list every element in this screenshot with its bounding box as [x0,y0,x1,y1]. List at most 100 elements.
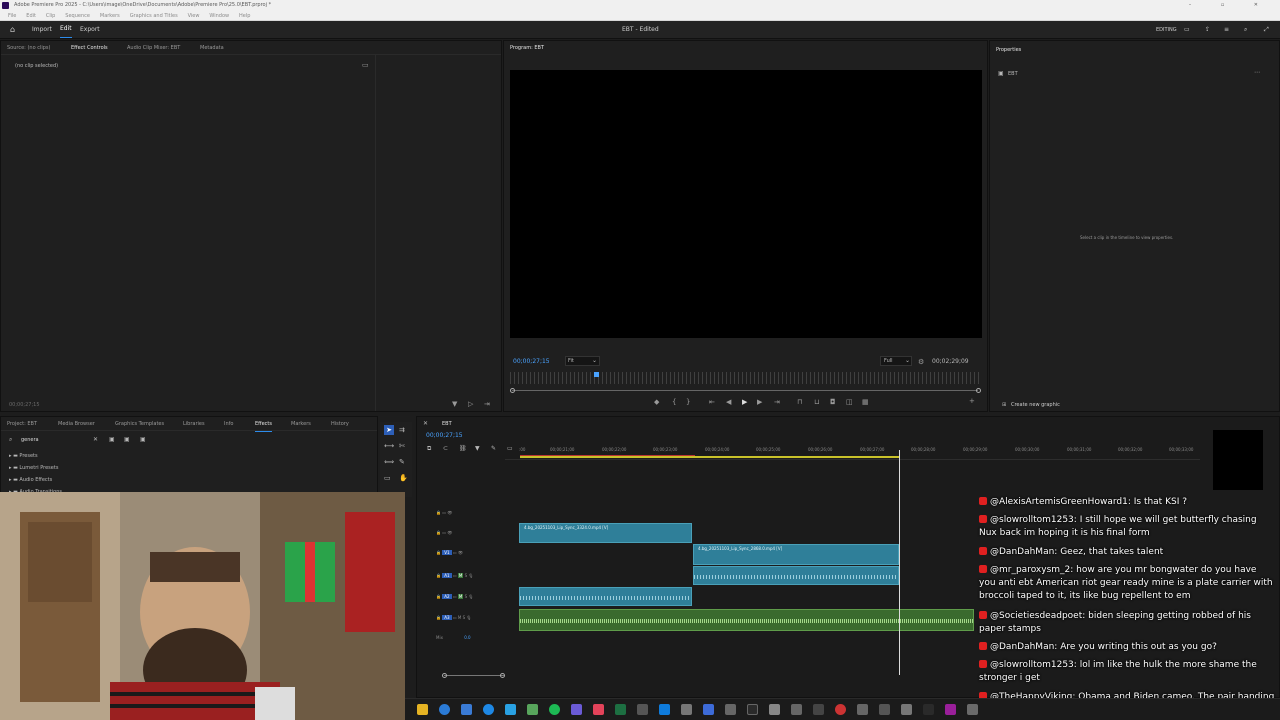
search-icon[interactable]: ⌕ [1244,21,1247,39]
fullscreen-icon[interactable]: ⤢ [1264,21,1269,39]
tab-program[interactable]: Program: EBT [510,41,544,55]
settings-wrench-icon[interactable]: ⚙ [918,358,924,366]
go-to-out-icon[interactable]: ⇥ [774,398,780,406]
tab-history[interactable]: History [331,417,349,431]
tab-markers[interactable]: Markers [291,417,311,431]
more-options-icon[interactable]: ⋯ [1254,69,1260,76]
premiere-taskbar-icon[interactable] [945,704,956,715]
audio-clip-a2[interactable] [519,587,692,606]
tab-libraries[interactable]: Libraries [183,417,205,431]
comparison-view-icon[interactable]: ◫ [846,398,853,406]
track-v2-controls[interactable]: 🔒 ▭ 👁 [436,530,452,535]
menu-edit[interactable]: Edit [26,11,36,21]
snap-icon[interactable]: ⊂ [443,445,448,452]
tab-project[interactable]: Project: EBT [7,417,37,431]
tree-item-lumetri-presets[interactable]: ▸ ▬ Lumetri Presets [9,465,62,477]
tab-info[interactable]: Info [224,417,233,431]
app-icon[interactable] [637,704,648,715]
app-icon[interactable] [967,704,978,715]
add-button-icon[interactable]: + [969,397,975,405]
program-video-frame[interactable] [510,70,982,338]
menu-clip[interactable]: Clip [46,11,55,21]
app-icon[interactable] [769,704,780,715]
timeline-settings-icon[interactable]: ✎ [491,445,496,452]
spotify-icon[interactable] [549,704,560,715]
lift-icon[interactable]: ⊓ [797,398,802,406]
go-to-in-icon[interactable]: ⇤ [709,398,715,406]
app-icon[interactable] [703,704,714,715]
app-icon[interactable] [725,704,736,715]
tab-sequence[interactable]: EBT [442,421,452,427]
insert-nest-icon[interactable]: ⧉ [427,445,431,453]
zoom-handle-left[interactable] [442,673,447,678]
step-back-icon[interactable]: ◀ [726,398,731,406]
mute-a2-button[interactable]: M [457,594,464,599]
app-icon[interactable] [923,704,934,715]
create-graphic-button[interactable]: Create new graphic [1011,402,1060,408]
excel-icon[interactable] [615,704,626,715]
program-timecode[interactable]: 00;00;27;15 [513,358,550,365]
track-a3-controls[interactable]: 🔒 A3 ▭ M S 🎙 [436,615,471,620]
razor-tool-icon[interactable]: ✄ [399,442,405,450]
tree-item-presets[interactable]: ▸ ▬ Presets [9,453,62,465]
app-icon[interactable] [593,704,604,715]
app-icon[interactable] [571,704,582,715]
app-icon[interactable] [879,704,890,715]
mail-icon[interactable] [505,704,516,715]
menu-window[interactable]: Window [209,11,229,21]
add-marker-icon[interactable]: ◆ [654,398,659,406]
track-select-icon[interactable]: ⇉ [399,426,405,434]
menu-sequence[interactable]: Sequence [65,11,90,21]
clear-search-icon[interactable]: ✕ [93,436,98,443]
create-graphic-icon[interactable]: ⊞ [1002,402,1006,408]
panel-toggle-icon[interactable]: ▭ [362,61,369,69]
edge-icon[interactable] [439,704,450,715]
linked-selection-icon[interactable]: ⛓ [459,445,467,452]
add-marker-icon[interactable]: ▼ [475,445,480,452]
store-icon[interactable] [461,704,472,715]
browser-icon[interactable] [483,704,494,715]
track-a1-controls[interactable]: 🔒 A1 ▭ M S 🎙 [436,573,474,578]
menu-view[interactable]: View [188,11,200,21]
app-icon[interactable] [835,704,846,715]
extract-icon[interactable]: ⊔ [814,398,819,406]
mute-a1-button[interactable]: M [457,573,464,578]
menu-help[interactable]: Help [239,11,250,21]
app-icon[interactable] [659,704,670,715]
app-icon[interactable] [791,704,802,715]
tab-effects[interactable]: Effects [255,417,272,432]
zoom-scrollbar[interactable] [512,390,978,391]
tab-metadata[interactable]: Metadata [200,41,224,55]
video-clip-v1[interactable]: 4.bg_20251103_Lip_Sync_2868.0.mp4 [V] [693,544,899,565]
tab-audio-clip-mixer[interactable]: Audio Clip Mixer: EBT [127,41,180,55]
scroll-handle-left[interactable] [510,388,515,393]
timeline-zoom-bar[interactable] [444,675,504,676]
rectangle-tool-icon[interactable]: ▭ [384,474,391,482]
fit-dropdown[interactable]: Fit ⌄ [565,356,600,366]
tree-item-audio-effects[interactable]: ▸ ▬ Audio Effects [9,477,62,489]
mix-value[interactable]: 0.0 [464,635,470,640]
ripple-edit-icon[interactable]: ⟷ [384,442,394,450]
tab-export[interactable]: Export [80,21,100,39]
export-frame-icon[interactable]: ⇥ [484,400,490,408]
tab-source[interactable]: Source: (no clips) [7,41,50,55]
workspaces-icon[interactable]: ≡ [1224,21,1229,39]
resolution-dropdown[interactable]: Full ⌄ [880,356,912,366]
tab-edit[interactable]: Edit [60,21,72,38]
close-tab-icon[interactable]: ✕ [423,420,428,427]
app-icon[interactable] [857,704,868,715]
32bit-effects-icon[interactable]: ▣ [124,436,130,443]
app-icon[interactable] [747,704,758,715]
app-icon[interactable] [681,704,692,715]
menu-markers[interactable]: Markers [100,11,120,21]
zoom-handle-right[interactable] [500,673,505,678]
track-v1-controls[interactable]: 🔒 V1 ▭ 👁 [436,550,463,555]
track-v3-controls[interactable]: 🔒 ▭ 👁 [436,510,452,515]
program-mini-ruler[interactable] [510,372,980,384]
hand-tool-icon[interactable]: ✋ [399,474,408,482]
pen-tool-icon[interactable]: ✎ [399,458,405,466]
tab-effect-controls[interactable]: Effect Controls [71,41,108,55]
playhead-line[interactable] [899,450,900,675]
video-clip-v2[interactable]: 4.bg_20251103_Lip_Sync_3324.0.mp4 [V] [519,523,692,543]
app-icon[interactable] [813,704,824,715]
